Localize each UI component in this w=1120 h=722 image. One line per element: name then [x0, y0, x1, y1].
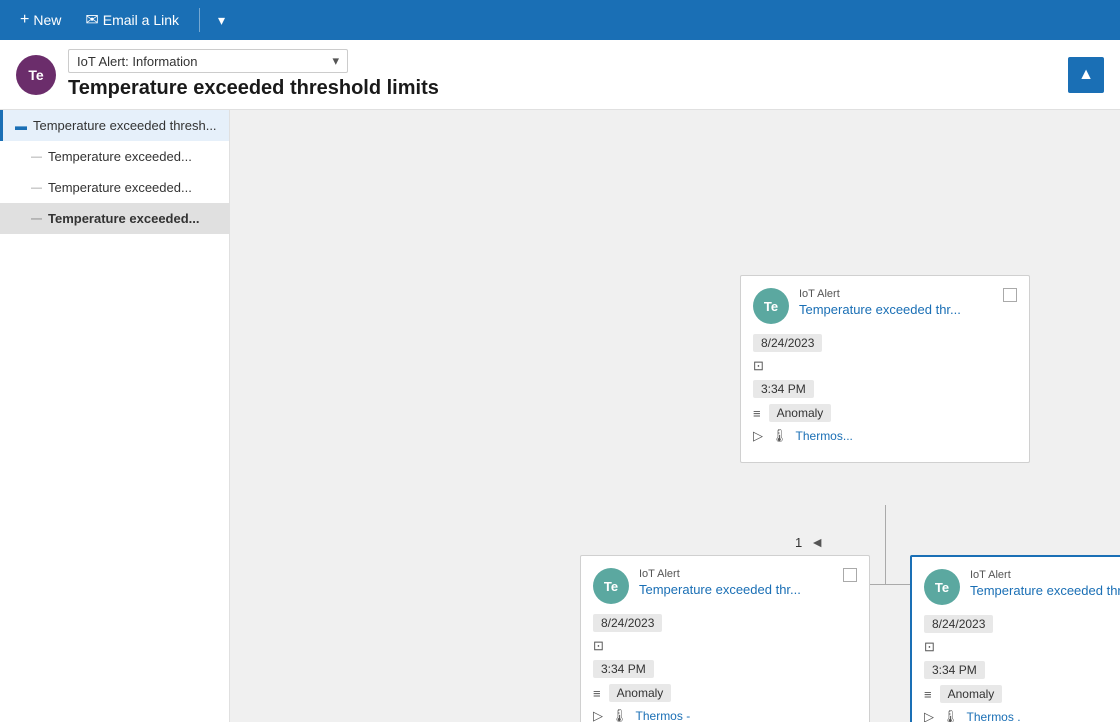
root-card-date: 8/24/2023 [753, 334, 822, 352]
root-card-title[interactable]: Temperature exceeded thr... [799, 302, 993, 317]
child2-card-date: 8/24/2023 [924, 615, 993, 633]
sidebar-item-label-0: Temperature exceeded thresh... [33, 118, 217, 133]
root-card-time-row: 3:34 PM [753, 380, 1017, 398]
top-bar: + New ✉ Email a Link ▾ [0, 0, 1120, 40]
sidebar-item-label-2: Temperature exceeded... [48, 180, 192, 195]
child1-card-link-row: ▷ 🌡 Thermos - [593, 708, 857, 722]
child2-card-link[interactable]: Thermos . [967, 710, 1021, 722]
alert-type-dropdown[interactable]: IoT Alert: Information ▾ [68, 49, 348, 73]
child1-copy-icon: ⊡ [593, 638, 604, 654]
child1-card-type: IoT Alert [639, 568, 833, 580]
sidebar-item-3[interactable]: — Temperature exceeded... [0, 203, 229, 234]
header-area: Te IoT Alert: Information ▾ Temperature … [0, 40, 1120, 110]
child2-thermos-icon: 🌡 [942, 709, 959, 722]
sidebar: ▬ Temperature exceeded thresh... — Tempe… [0, 110, 230, 722]
child1-card-date: 8/24/2023 [593, 614, 662, 632]
plus-icon: + [20, 11, 29, 29]
root-card-category: Anomaly [769, 404, 832, 422]
root-card-type: IoT Alert [799, 288, 993, 300]
root-card-title-area: IoT Alert Temperature exceeded thr... [799, 288, 993, 317]
child1-thermos-icon: 🌡 [611, 708, 628, 722]
child1-card-category: Anomaly [609, 684, 672, 702]
sidebar-item-1[interactable]: — Temperature exceeded... [0, 141, 229, 172]
root-card-header: Te IoT Alert Temperature exceeded thr... [753, 288, 1017, 324]
chevron-down-icon: ▾ [218, 12, 225, 29]
new-button[interactable]: + New [12, 7, 69, 33]
tree-dash-icon-2: — [31, 182, 42, 194]
main-content: ▬ Temperature exceeded thresh... — Tempe… [0, 110, 1120, 722]
pagination-back-button[interactable]: ◄ [806, 532, 828, 552]
divider [199, 8, 200, 32]
sidebar-item-label-1: Temperature exceeded... [48, 149, 192, 164]
dropdown-label: IoT Alert: Information [77, 54, 197, 69]
child2-card-type: IoT Alert [970, 569, 1120, 581]
email-icon: ✉ [85, 10, 98, 30]
child2-card-category-row: ≡ Anomaly [924, 685, 1120, 703]
child1-card-link[interactable]: Thermos - [636, 709, 691, 722]
tree-dash-icon: — [31, 151, 42, 163]
child1-category-icon: ≡ [593, 686, 601, 701]
child2-card-header: Te IoT Alert Temperature exceeded thr... [924, 569, 1120, 605]
more-options-button[interactable]: ▾ [212, 8, 231, 33]
tree-dash-icon-3: — [31, 213, 42, 225]
root-card-date-row: 8/24/2023 [753, 334, 1017, 352]
child1-card-header: Te IoT Alert Temperature exceeded thr... [593, 568, 857, 604]
child1-card-copy-row: ⊡ [593, 638, 857, 654]
new-label: New [33, 12, 61, 28]
child1-card-time-row: 3:34 PM [593, 660, 857, 678]
root-card-time: 3:34 PM [753, 380, 814, 398]
child2-card: Te IoT Alert Temperature exceeded thr...… [910, 555, 1120, 722]
sidebar-item-2[interactable]: — Temperature exceeded... [0, 172, 229, 203]
child2-card-title[interactable]: Temperature exceeded thr... [970, 583, 1120, 598]
page-title: Temperature exceeded threshold limits [68, 77, 1104, 100]
collapse-icon: ▬ [15, 119, 27, 133]
page-number: 1 [795, 535, 802, 550]
root-card-category-row: ≡ Anomaly [753, 404, 1017, 422]
child1-card-time: 3:34 PM [593, 660, 654, 678]
child1-forward-icon: ▷ [593, 708, 603, 722]
child2-copy-icon: ⊡ [924, 639, 935, 655]
child1-card-title-area: IoT Alert Temperature exceeded thr... [639, 568, 833, 597]
child2-card-link-row: ▷ 🌡 Thermos . [924, 709, 1120, 722]
forward-icon: ▷ [753, 428, 763, 444]
tree-line-vertical [885, 505, 886, 585]
chevron-up-icon: ▲ [1078, 66, 1094, 84]
avatar: Te [16, 55, 56, 95]
child2-card-copy-row: ⊡ [924, 639, 1120, 655]
copy-icon: ⊡ [753, 358, 764, 374]
root-card-checkbox[interactable] [1003, 288, 1017, 302]
child1-card-checkbox[interactable] [843, 568, 857, 582]
root-card-copy-row: ⊡ [753, 358, 1017, 374]
child1-card-avatar: Te [593, 568, 629, 604]
child2-category-icon: ≡ [924, 687, 932, 702]
canvas-area: 1 ◄ Te IoT Alert Temperature exceeded th… [230, 110, 1120, 722]
child2-card-time-row: 3:34 PM [924, 661, 1120, 679]
child2-card-category: Anomaly [940, 685, 1003, 703]
child2-card-avatar: Te [924, 569, 960, 605]
collapse-button[interactable]: ▲ [1068, 57, 1104, 93]
child1-card: Te IoT Alert Temperature exceeded thr...… [580, 555, 870, 722]
email-link-button[interactable]: ✉ Email a Link [77, 6, 187, 34]
child2-forward-icon: ▷ [924, 709, 934, 722]
root-card-link[interactable]: Thermos... [796, 429, 853, 443]
sidebar-item-label-3: Temperature exceeded... [48, 211, 200, 226]
child1-card-date-row: 8/24/2023 [593, 614, 857, 632]
sidebar-item-0[interactable]: ▬ Temperature exceeded thresh... [0, 110, 229, 141]
root-card-avatar: Te [753, 288, 789, 324]
dropdown-arrow-icon: ▾ [332, 53, 339, 69]
email-label: Email a Link [103, 12, 179, 28]
thermos-icon: 🌡 [771, 428, 788, 444]
root-card: Te IoT Alert Temperature exceeded thr...… [740, 275, 1030, 463]
child1-card-category-row: ≡ Anomaly [593, 684, 857, 702]
child2-card-date-row: 8/24/2023 [924, 615, 1120, 633]
category-icon: ≡ [753, 406, 761, 421]
pagination: 1 ◄ [795, 532, 828, 552]
root-card-link-row: ▷ 🌡 Thermos... [753, 428, 1017, 444]
child1-card-title[interactable]: Temperature exceeded thr... [639, 582, 833, 597]
child2-card-time: 3:34 PM [924, 661, 985, 679]
child2-card-title-area: IoT Alert Temperature exceeded thr... [970, 569, 1120, 598]
back-icon: ◄ [810, 534, 824, 550]
header-content: IoT Alert: Information ▾ Temperature exc… [68, 49, 1104, 100]
